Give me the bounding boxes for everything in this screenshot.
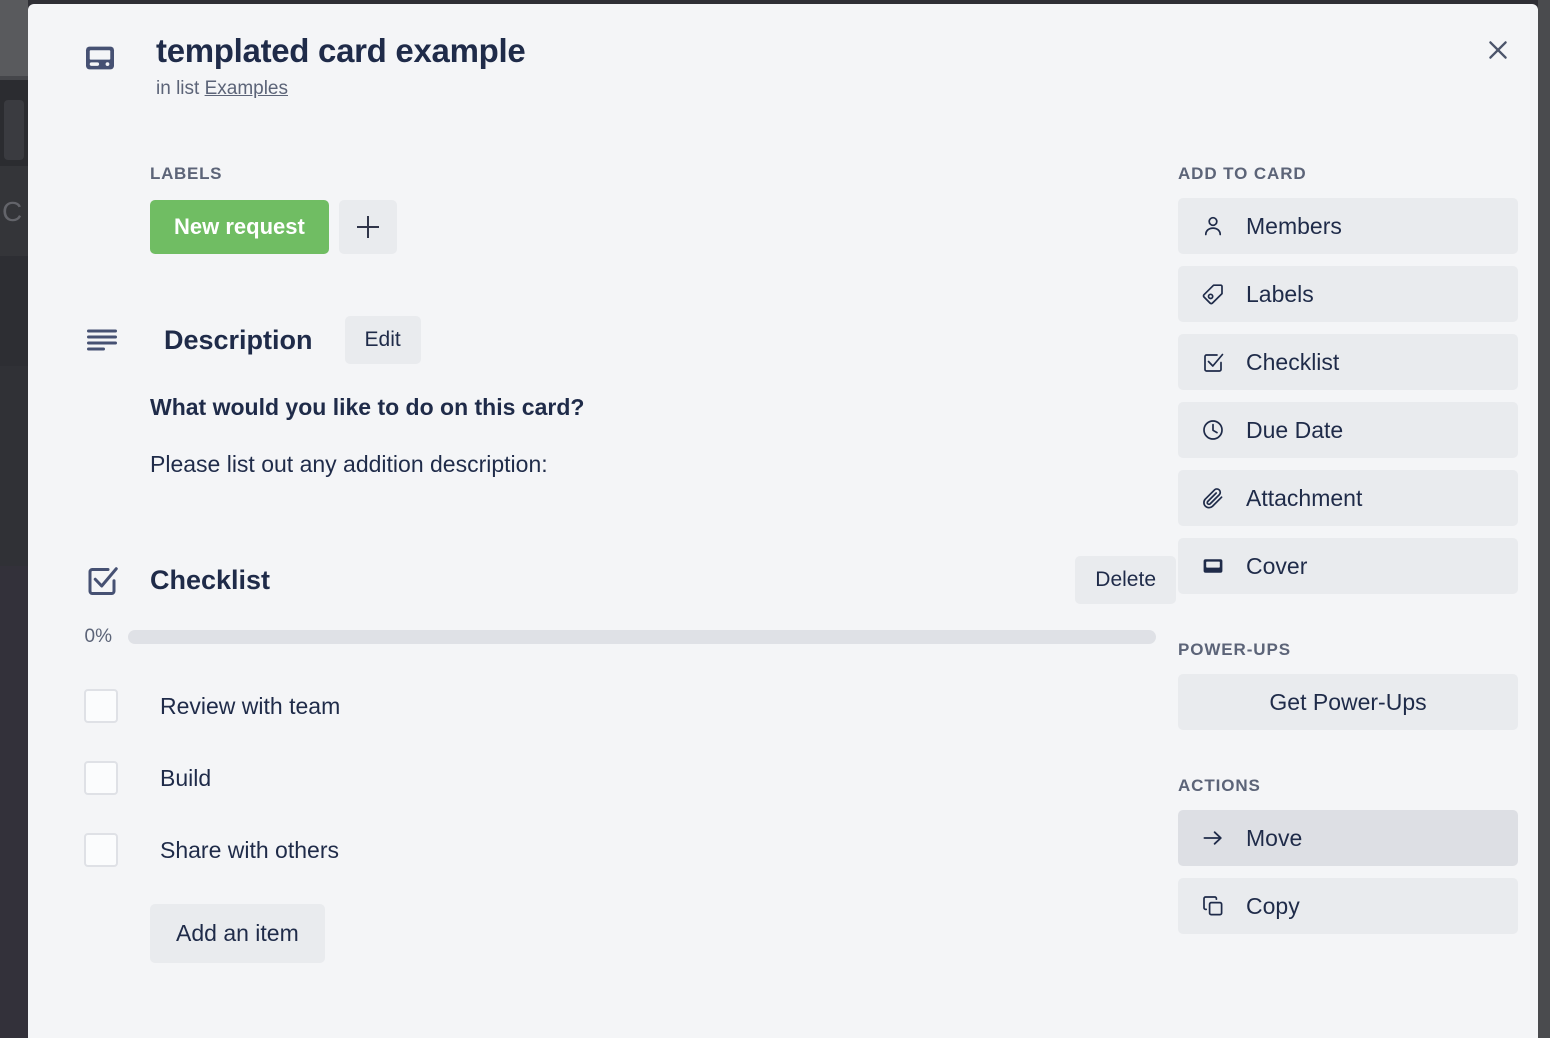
sidebar-item-label: Cover: [1246, 552, 1308, 579]
checklist-item-label[interactable]: Review with team: [160, 693, 340, 720]
backdrop-band: [0, 0, 28, 76]
checklist-item[interactable]: Review with team: [56, 670, 1176, 742]
add-to-card-heading: ADD TO CARD: [1178, 164, 1307, 183]
backdrop-card-chip: [4, 100, 24, 160]
card-header: templated card example in list Examples: [56, 30, 1156, 100]
copy-icon: [1200, 893, 1226, 919]
description-prompt: Please list out any addition description…: [150, 451, 548, 477]
backdrop-letter: C: [2, 196, 23, 227]
labels-heading: LABELS: [150, 164, 223, 183]
description-lines-icon: [84, 322, 120, 358]
delete-checklist-button[interactable]: Delete: [1075, 556, 1176, 604]
tag-icon: [1200, 281, 1226, 307]
sidebar-item-due-date[interactable]: Due Date: [1178, 402, 1518, 458]
add-label-button[interactable]: [338, 200, 397, 254]
arrow-right-icon: [1200, 825, 1226, 851]
checklist-progress: 0%: [56, 626, 1176, 648]
backdrop-band: [0, 366, 28, 566]
person-icon: [1200, 213, 1226, 239]
sidebar-item-move[interactable]: Move: [1178, 810, 1518, 866]
clock-icon: [1200, 417, 1226, 443]
sidebar-item-copy[interactable]: Copy: [1178, 878, 1518, 934]
page-title: templated card example: [156, 32, 526, 69]
checklist-item-checkbox[interactable]: [84, 689, 118, 723]
sidebar-item-label: Due Date: [1246, 416, 1344, 443]
card-main-column: LABELS New request Description Edit What…: [56, 164, 1176, 963]
board-backdrop-right: [1538, 0, 1550, 1038]
checklist-item-checkbox[interactable]: [84, 833, 118, 867]
progress-percent-label: 0%: [84, 626, 112, 647]
sidebar-item-get-power-ups[interactable]: Get Power-Ups: [1178, 674, 1518, 730]
label-chip-new-request[interactable]: New request: [150, 200, 329, 254]
checklist-items: Review with team Build Share with others: [56, 670, 1176, 886]
checkbox-check-icon: [1200, 349, 1226, 375]
backdrop-band: [0, 256, 28, 366]
card-detail-modal: templated card example in list Examples …: [28, 4, 1538, 1038]
checklist-item-label[interactable]: Build: [160, 765, 211, 792]
checklist-item[interactable]: Build: [56, 742, 1176, 814]
sidebar-item-checklist[interactable]: Checklist: [1178, 334, 1518, 390]
sidebar-item-labels[interactable]: Labels: [1178, 266, 1518, 322]
close-icon[interactable]: [1476, 28, 1520, 72]
labels-section: LABELS New request: [150, 164, 1176, 254]
description-heading: Description: [164, 324, 313, 355]
checklist-heading: Checklist: [150, 564, 271, 595]
checklist-item-checkbox[interactable]: [84, 761, 118, 795]
sidebar-item-cover[interactable]: Cover: [1178, 538, 1518, 594]
cover-icon: [1200, 553, 1226, 579]
sidebar-item-label: Attachment: [1246, 484, 1363, 511]
checklist-item[interactable]: Share with others: [56, 814, 1176, 886]
edit-description-button[interactable]: Edit: [344, 316, 421, 364]
power-ups-heading: POWER-UPS: [1178, 640, 1291, 659]
sidebar-item-label: Get Power-Ups: [1269, 688, 1427, 715]
card-sidebar: ADD TO CARD Members Labels Checklist Due…: [1178, 164, 1518, 946]
in-list-prefix: in list: [156, 78, 200, 99]
card-icon: [84, 42, 116, 74]
add-checklist-item-button[interactable]: Add an item: [150, 904, 325, 963]
sidebar-item-label: Members: [1246, 212, 1342, 239]
description-question: What would you like to do on this card?: [150, 394, 585, 420]
actions-heading: ACTIONS: [1178, 776, 1261, 795]
plus-icon: [356, 216, 379, 238]
checklist-item-label[interactable]: Share with others: [160, 837, 339, 864]
sidebar-item-label: Move: [1246, 824, 1303, 851]
checkbox-check-icon: [84, 562, 120, 598]
list-link[interactable]: Examples: [205, 78, 288, 99]
breadcrumb: in list Examples: [156, 78, 1156, 100]
checklist-section: Checklist Delete 0% Review with team Bui…: [56, 556, 1176, 963]
sidebar-item-label: Labels: [1246, 280, 1314, 307]
progress-track: [128, 630, 1156, 644]
sidebar-item-attachment[interactable]: Attachment: [1178, 470, 1518, 526]
paperclip-icon: [1200, 485, 1226, 511]
backdrop-band: [0, 566, 28, 1038]
description-section: Description Edit What would you like to …: [56, 316, 1176, 478]
sidebar-item-label: Copy: [1246, 892, 1300, 919]
sidebar-item-label: Checklist: [1246, 348, 1340, 375]
sidebar-item-members[interactable]: Members: [1178, 198, 1518, 254]
